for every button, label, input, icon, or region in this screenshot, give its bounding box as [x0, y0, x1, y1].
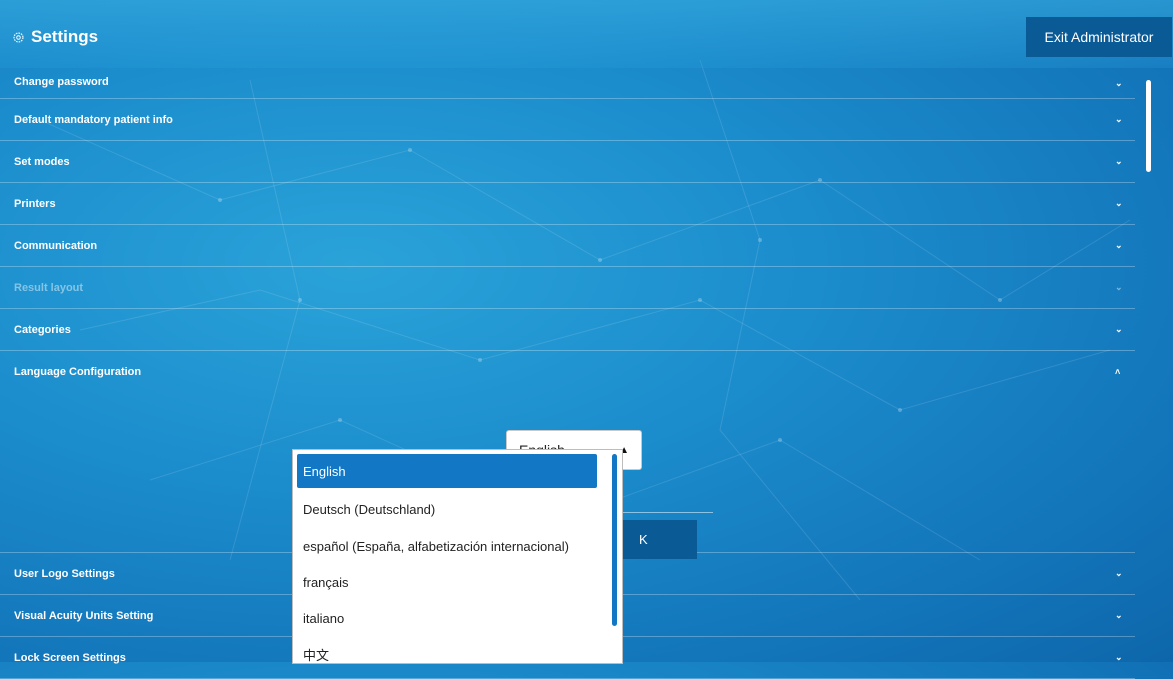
- chevron-down-icon: ⌄: [1115, 568, 1123, 578]
- section-label: Set modes: [14, 155, 70, 168]
- main-scrollbar[interactable]: [1146, 80, 1151, 172]
- section-set-modes[interactable]: Set modes ⌄: [0, 141, 1135, 183]
- chevron-down-icon: ⌄: [1115, 324, 1123, 334]
- language-option[interactable]: 中文: [297, 637, 597, 663]
- chevron-down-icon: ⌄: [1115, 198, 1123, 208]
- chevron-down-icon: ⌄: [1115, 652, 1123, 662]
- chevron-down-icon: ⌄: [1115, 156, 1123, 166]
- section-result-layout: Result layout ⌄: [0, 267, 1135, 309]
- section-label: Result layout: [14, 281, 84, 294]
- gear-icon: [13, 31, 24, 43]
- language-option[interactable]: español (España, alfabetización internac…: [297, 529, 597, 563]
- settings-header: Settings Exit Administrator: [0, 0, 1173, 68]
- chevron-down-icon: ⌄: [1115, 240, 1123, 250]
- section-label: Visual Acuity Units Setting: [14, 609, 154, 622]
- section-change-password[interactable]: Change password ⌄: [0, 68, 1135, 99]
- language-option[interactable]: Deutsch (Deutschland): [297, 492, 597, 526]
- section-label: User Logo Settings: [14, 567, 115, 580]
- chevron-down-icon: ⌄: [1115, 77, 1123, 88]
- language-option[interactable]: italiano: [297, 601, 597, 635]
- section-printers[interactable]: Printers ⌄: [0, 183, 1135, 225]
- section-default-mandatory-patient-info[interactable]: Default mandatory patient info ⌄: [0, 99, 1135, 141]
- section-label: Language Configuration: [14, 365, 142, 378]
- chevron-down-icon: ⌄: [1115, 610, 1123, 620]
- chevron-down-icon: ⌄: [1115, 282, 1123, 292]
- section-communication[interactable]: Communication ⌄: [0, 225, 1135, 267]
- page-title-text: Settings: [31, 27, 99, 46]
- language-option[interactable]: English: [297, 454, 597, 488]
- language-dropdown-list: English Deutsch (Deutschland) español (E…: [292, 449, 623, 664]
- language-option[interactable]: français: [297, 565, 597, 599]
- exit-administrator-button[interactable]: Exit Administrator: [1026, 17, 1172, 57]
- section-label: Change password: [14, 76, 109, 88]
- chevron-up-icon: ˄: [1115, 366, 1121, 377]
- section-label: Printers: [14, 197, 56, 210]
- section-label: Default mandatory patient info: [14, 113, 173, 126]
- page-title: Settings: [12, 27, 98, 47]
- section-language-configuration[interactable]: Language Configuration ˄: [0, 351, 1135, 392]
- section-label: Categories: [14, 323, 71, 336]
- section-categories[interactable]: Categories ⌄: [0, 309, 1135, 351]
- dropdown-scrollbar[interactable]: [612, 454, 617, 626]
- section-label: Communication: [14, 239, 98, 252]
- chevron-down-icon: ⌄: [1115, 114, 1123, 124]
